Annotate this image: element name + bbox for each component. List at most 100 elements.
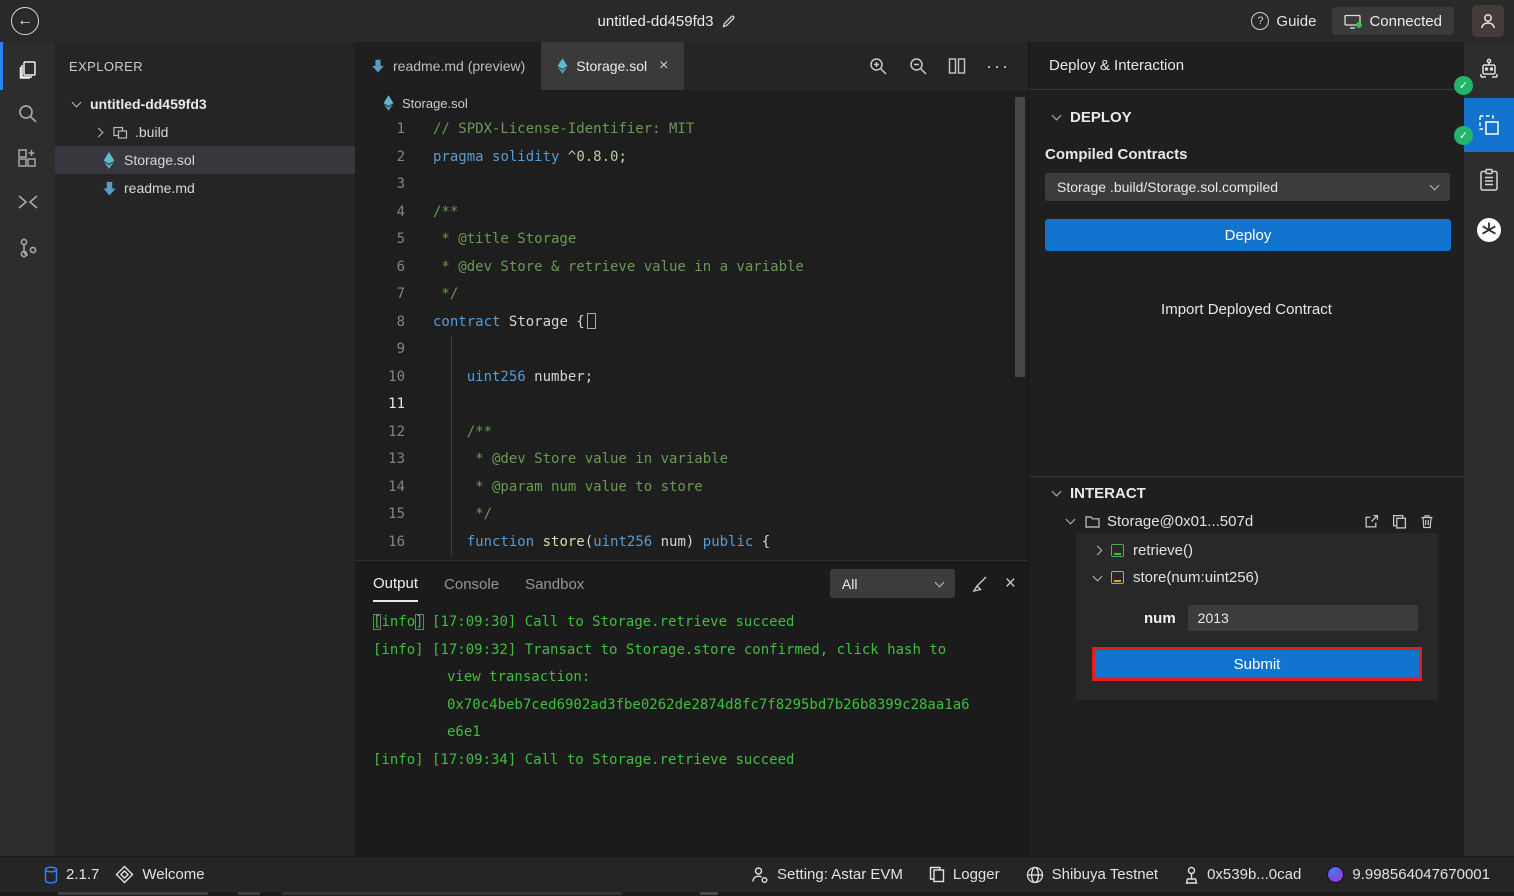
line-number: 1 [355, 116, 419, 144]
deploy-panel-icon-active[interactable] [1464, 98, 1514, 152]
log-tx-hash[interactable]: 0x70c4beb7ced6902ad3fbe0262de2874d8fc7f8… [373, 692, 1018, 720]
search-icon[interactable] [0, 93, 55, 133]
method-retrieve[interactable]: retrieve() [1076, 537, 1438, 564]
zoom-out-icon[interactable] [908, 56, 928, 76]
setting-item[interactable]: Setting: Astar EVM [751, 866, 903, 884]
network-item[interactable]: Shibuya Testnet [1026, 866, 1158, 884]
tab-output[interactable]: Output [373, 565, 418, 602]
ethereum-icon [383, 95, 394, 111]
line-number: 3 [355, 171, 419, 199]
database-icon [44, 866, 58, 884]
welcome-item[interactable]: Welcome [115, 865, 204, 884]
code-line: 15 */ [355, 501, 1028, 529]
line-number: 15 [355, 501, 419, 529]
interact-section-header[interactable]: INTERACT [1029, 480, 1464, 506]
question-icon: ? [1251, 12, 1269, 30]
chevron-right-icon [1093, 546, 1103, 556]
deploy-section-header[interactable]: DEPLOY [1029, 104, 1464, 130]
deploy-button[interactable]: Deploy [1045, 219, 1451, 251]
tree-root-folder[interactable]: untitled-dd459fd3 [55, 90, 355, 118]
clipboard-icon[interactable] [1464, 160, 1514, 200]
tree-item-storage-sol[interactable]: Storage.sol [55, 146, 355, 174]
code-line: 1// SPDX-License-Identifier: MIT [355, 116, 1028, 144]
write-method-icon [1111, 571, 1124, 584]
edit-title-pencil-icon[interactable] [721, 14, 736, 29]
tab-storage-sol[interactable]: Storage.sol × [541, 42, 684, 90]
zoom-in-icon[interactable] [868, 56, 888, 76]
git-branch-icon[interactable] [0, 228, 55, 268]
explorer-header: EXPLORER [55, 42, 355, 90]
method-store[interactable]: store(num:uint256) [1076, 564, 1438, 591]
editor-tab-bar: readme.md (preview) Storage.sol × [355, 42, 1028, 90]
wallet-address-item[interactable]: 0x539b...0cad [1184, 866, 1301, 884]
online-dot [1356, 22, 1362, 28]
chevron-down-icon [1093, 571, 1103, 581]
line-number: 6 [355, 254, 419, 282]
clear-logs-icon[interactable] [971, 575, 989, 593]
log-tx-hash[interactable]: e6e1 [373, 719, 1018, 747]
check-badge: ✓ [1454, 76, 1473, 95]
tree-item-readme-md[interactable]: readme.md [55, 174, 355, 202]
tab-close-icon[interactable]: × [659, 57, 668, 75]
code-line: 12 /** [355, 419, 1028, 447]
openai-chatgpt-icon[interactable] [1464, 210, 1514, 250]
section-divider [1029, 476, 1464, 477]
person-gear-icon [751, 866, 769, 884]
logger-item[interactable]: Logger [929, 866, 1000, 883]
back-button[interactable]: ← [11, 7, 39, 35]
plugins-grid-icon[interactable] [0, 138, 55, 178]
balance-item[interactable]: 9.998564047670001 [1327, 866, 1490, 883]
line-number: 11 [355, 391, 419, 419]
deployed-contract-row[interactable]: Storage@0x01...507d [1029, 508, 1464, 534]
tab-sandbox[interactable]: Sandbox [525, 566, 584, 601]
status-bar: 2.1.7 Welcome Setting: Astar EVM Logg [0, 856, 1514, 892]
connected-button[interactable]: Connected [1332, 7, 1454, 35]
astar-network-icon [1327, 866, 1344, 883]
left-activity-bar [0, 42, 55, 856]
tree-item-build[interactable]: .build [55, 118, 355, 146]
output-panel: Output Console Sandbox All × [info] [17:… [355, 560, 1028, 856]
build-folder-icon [112, 125, 128, 139]
import-deployed-contract-link[interactable]: Import Deployed Contract [1029, 301, 1464, 318]
monitor-icon [1344, 14, 1361, 29]
compiled-contracts-label: Compiled Contracts [1029, 146, 1464, 163]
code-lines[interactable]: 1// SPDX-License-Identifier: MIT2pragma … [355, 116, 1028, 560]
line-number: 2 [355, 144, 419, 172]
submit-button[interactable]: Submit [1092, 647, 1422, 681]
code-line: 13 * @dev Store value in variable [355, 446, 1028, 474]
copy-icon[interactable] [1392, 514, 1407, 529]
markdown-icon [371, 59, 385, 73]
code-line: 2pragma solidity ^0.8.0; [355, 144, 1028, 172]
line-number: 5 [355, 226, 419, 254]
code-line: 16 function store(uint256 num) public { [355, 529, 1028, 557]
compiled-contracts-select[interactable]: Storage .build/Storage.sol.compiled [1045, 173, 1450, 201]
check-badge: ✓ [1454, 126, 1473, 145]
split-editor-icon[interactable] [948, 57, 966, 75]
avatar[interactable] [1472, 5, 1504, 37]
breadcrumb[interactable]: Storage.sol [355, 90, 1028, 116]
open-external-icon[interactable] [1364, 514, 1379, 529]
param-num-input[interactable] [1188, 605, 1418, 631]
trash-icon[interactable] [1420, 514, 1434, 529]
indent-guide [451, 336, 452, 556]
collapse-panels-icon[interactable] [0, 182, 55, 222]
chevron-right-icon [94, 127, 104, 137]
handshake-icon [115, 865, 134, 884]
log-filter-select[interactable]: All [830, 569, 955, 598]
top-bar: ← untitled-dd459fd3 ? Guide Connected [0, 0, 1514, 42]
param-num-label: num [1144, 610, 1176, 627]
chevron-down-icon [1430, 181, 1440, 191]
tab-readme-preview[interactable]: readme.md (preview) [355, 42, 541, 90]
editor-scrollbar[interactable] [1015, 97, 1025, 377]
more-actions-icon[interactable]: ··· [986, 61, 1010, 71]
chevron-down-icon [1066, 515, 1076, 525]
close-panel-icon[interactable]: × [1005, 574, 1016, 593]
line-number: 14 [355, 474, 419, 502]
explorer-files-icon[interactable] [0, 50, 55, 90]
tab-console[interactable]: Console [444, 566, 499, 601]
address-pin-icon [1184, 866, 1199, 884]
chevron-down-icon [1052, 111, 1062, 121]
pages-icon [929, 866, 945, 883]
guide-button[interactable]: ? Guide [1251, 12, 1316, 30]
right-activity-bar [1464, 42, 1514, 856]
